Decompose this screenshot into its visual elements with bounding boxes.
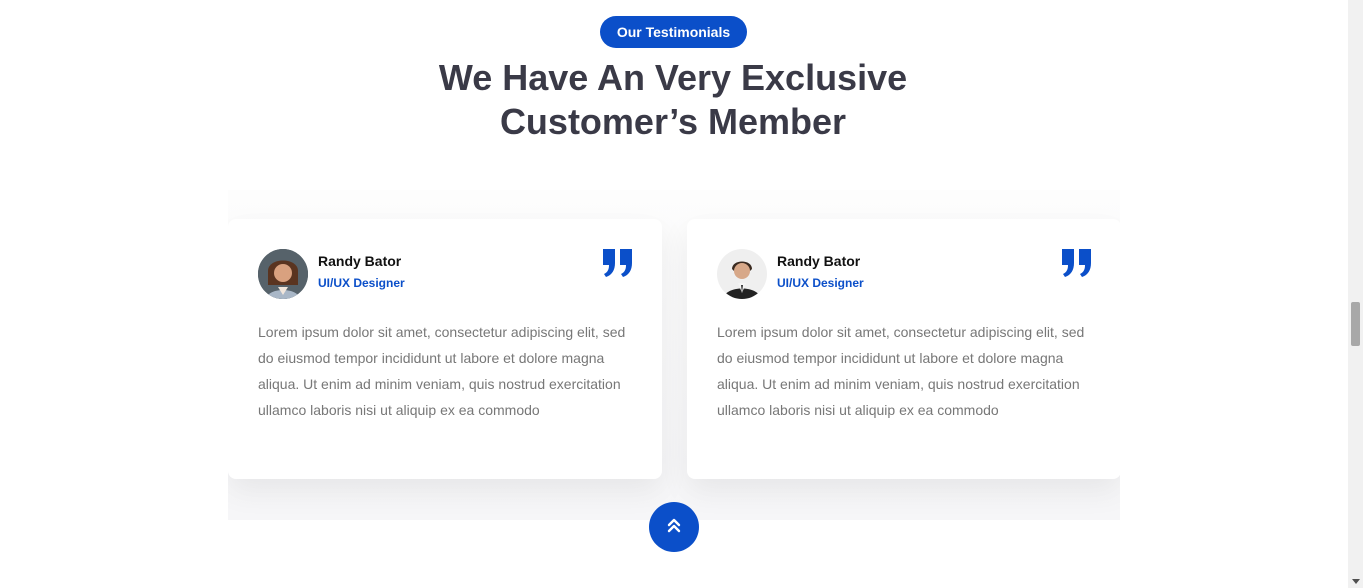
- heading-line-1: We Have An Very Exclusive: [438, 57, 908, 98]
- author-role: UI/UX Designer: [777, 276, 864, 290]
- author-name: Randy Bator: [318, 253, 402, 269]
- page-scrollbar[interactable]: [1348, 0, 1363, 588]
- section-heading: We Have An Very Exclusive Customer’s Mem…: [380, 56, 966, 144]
- scroll-to-top-button[interactable]: [649, 502, 699, 552]
- section-badge: Our Testimonials: [600, 16, 747, 48]
- quote-icon: [1061, 247, 1093, 279]
- avatar: [258, 249, 308, 299]
- author-name: Randy Bator: [777, 253, 861, 269]
- scroll-down-arrow-icon[interactable]: [1352, 579, 1360, 584]
- quote-icon: [602, 247, 634, 279]
- author-role: UI/UX Designer: [318, 276, 405, 290]
- double-chevron-up-icon: [667, 517, 681, 538]
- testimonials-section: Our Testimonials We Have An Very Exclusi…: [0, 0, 1363, 588]
- testimonial-text: Lorem ipsum dolor sit amet, consectetur …: [258, 324, 626, 418]
- testimonial-card: Randy Bator UI/UX Designer Lorem ipsum d…: [687, 219, 1120, 479]
- scrollbar-thumb[interactable]: [1351, 302, 1360, 346]
- testimonial-text: Lorem ipsum dolor sit amet, consectetur …: [717, 324, 1085, 418]
- heading-line-2: Customer’s Member: [499, 101, 847, 142]
- avatar: [717, 249, 767, 299]
- testimonial-slider[interactable]: Randy Bator UI/UX Designer Lorem ipsum d…: [228, 190, 1120, 520]
- testimonial-card: Randy Bator UI/UX Designer Lorem ipsum d…: [228, 219, 662, 479]
